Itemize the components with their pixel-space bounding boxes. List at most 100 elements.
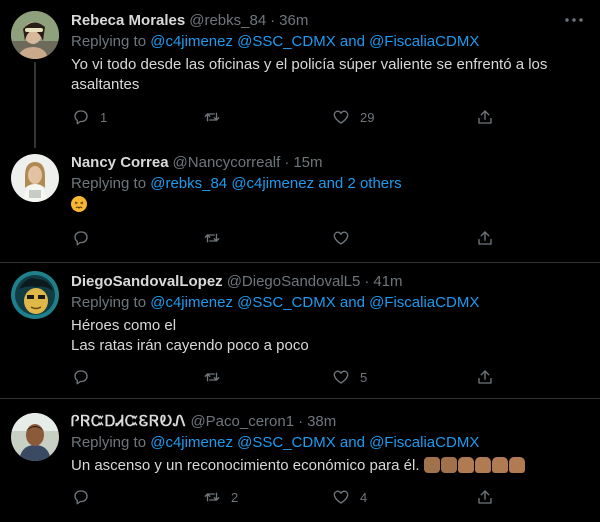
replying-to-links[interactable]: @c4jimenez @SSC_CDMX and @FiscaliaCDMX — [150, 434, 479, 451]
thumbs-up-emoji — [440, 457, 457, 473]
thread-connector — [34, 62, 36, 148]
heart-icon — [333, 231, 349, 245]
heart-icon — [333, 110, 349, 124]
tweet-text: Un ascenso y un reconocimiento económico… — [71, 456, 580, 476]
tweet-header: DiegoSandovalLopez @DiegoSandovalL5 · 41… — [71, 271, 403, 291]
tweet-header: Rebeca Morales @rebks_84 · 36m — [71, 10, 308, 30]
tweet-diego-sandoval[interactable]: DiegoSandovalLopez @DiegoSandovalL5 · 41… — [0, 263, 600, 399]
avatar[interactable] — [11, 413, 59, 461]
share-icon — [478, 490, 492, 504]
replying-to-links[interactable]: @rebks_84 @c4jimenez and 2 others — [150, 175, 401, 192]
replying-to: Replying to @c4jimenez @SSC_CDMX and @Fi… — [71, 33, 479, 50]
replying-to-label: Replying to — [71, 294, 147, 311]
more-options-icon[interactable] — [562, 10, 586, 30]
user-handle[interactable]: @Paco_ceron1 — [190, 413, 294, 430]
replies-feed: Rebeca Morales @rebks_84 · 36m Replying … — [0, 0, 600, 522]
retweet-icon — [204, 492, 220, 502]
timestamp[interactable]: 15m — [293, 154, 322, 171]
like-button[interactable] — [332, 227, 360, 249]
tweet-rebeca-morales[interactable]: Rebeca Morales @rebks_84 · 36m Replying … — [0, 0, 600, 148]
clapping-hands-emoji — [474, 457, 491, 473]
clapping-hands-emoji — [491, 457, 508, 473]
retweet-button[interactable] — [203, 106, 231, 128]
tweet-header: ᎵᏒᏨᎠᏗᏨᏋᏒᎧᏁ @Paco_ceron1 · 38m — [71, 411, 336, 431]
display-name[interactable]: Rebeca Morales — [71, 12, 185, 29]
clapping-hands-emoji — [508, 457, 525, 473]
heart-icon — [333, 370, 349, 384]
tweet-paco-ceron[interactable]: ᎵᏒᏨᎠᏗᏨᏋᏒᎧᏁ @Paco_ceron1 · 38m Replying t… — [0, 399, 600, 522]
tweet-text: Yo vi todo desde las oficinas y el polic… — [71, 55, 580, 95]
reply-button[interactable] — [72, 366, 100, 388]
user-handle[interactable]: @rebks_84 — [189, 12, 266, 29]
like-count: 29 — [360, 109, 375, 125]
tweet-actions: 2 4 — [64, 486, 504, 508]
tweet-text: Héroes como el Las ratas irán cayendo po… — [71, 316, 580, 356]
avatar[interactable] — [11, 11, 59, 59]
user-handle[interactable]: @Nancycorrealf — [173, 154, 281, 171]
reply-count: 1 — [100, 109, 108, 125]
display-name[interactable]: DiegoSandovalLopez — [71, 273, 223, 290]
share-button[interactable] — [476, 366, 494, 388]
reply-icon — [74, 110, 88, 125]
reply-icon — [74, 370, 88, 385]
avatar[interactable] — [11, 154, 59, 202]
replying-to: Replying to @rebks_84 @c4jimenez and 2 o… — [71, 175, 402, 192]
timestamp[interactable]: 38m — [307, 413, 336, 430]
retweet-icon — [204, 233, 220, 243]
tweet-actions: 1 29 — [64, 106, 504, 128]
like-button[interactable]: 5 — [332, 366, 367, 388]
replying-to-label: Replying to — [71, 175, 147, 192]
retweet-button[interactable]: 2 — [203, 486, 238, 508]
clapping-hands-emoji — [457, 457, 474, 473]
tweet-actions — [64, 227, 504, 249]
share-button[interactable] — [476, 106, 494, 128]
replying-to-label: Replying to — [71, 33, 147, 50]
tweet-text-line: asaltantes — [71, 76, 140, 93]
tweet-text — [71, 195, 580, 215]
replying-to-links[interactable]: @c4jimenez @SSC_CDMX and @FiscaliaCDMX — [150, 294, 479, 311]
share-button[interactable] — [476, 486, 494, 508]
timestamp[interactable]: 41m — [373, 273, 402, 290]
reply-icon — [74, 231, 88, 246]
retweet-icon — [204, 112, 220, 122]
reply-button[interactable] — [72, 227, 100, 249]
like-button[interactable]: 4 — [332, 486, 367, 508]
persevering-face-emoji — [71, 196, 87, 212]
display-name[interactable]: ᎵᏒᏨᎠᏗᏨᏋᏒᎧᏁ — [71, 413, 186, 430]
tweet-nancy-correa[interactable]: Nancy Correa @Nancycorrealf · 15m Replyi… — [0, 143, 600, 263]
replying-to: Replying to @c4jimenez @SSC_CDMX and @Fi… — [71, 434, 479, 451]
replying-to-links[interactable]: @c4jimenez @SSC_CDMX and @FiscaliaCDMX — [150, 33, 479, 50]
separator-dot: · — [284, 153, 290, 171]
like-count: 5 — [360, 369, 368, 385]
tweet-header: Nancy Correa @Nancycorrealf · 15m — [71, 152, 323, 172]
emoji-row — [423, 457, 526, 474]
reply-button[interactable]: 1 — [72, 106, 107, 128]
retweet-button[interactable] — [203, 227, 231, 249]
retweet-button[interactable] — [203, 366, 231, 388]
avatar[interactable] — [11, 271, 59, 319]
thumbs-up-emoji — [423, 457, 440, 473]
tweet-text-line: Yo vi todo desde las oficinas y el polic… — [71, 56, 548, 73]
retweet-icon — [204, 372, 220, 382]
heart-icon — [333, 490, 349, 504]
reply-icon — [74, 490, 88, 505]
retweet-count: 2 — [231, 489, 239, 505]
separator-dot: · — [364, 272, 370, 290]
timestamp[interactable]: 36m — [279, 12, 308, 29]
separator-dot: · — [270, 11, 276, 29]
replying-to-label: Replying to — [71, 434, 147, 451]
tweet-text-line: Un ascenso y un reconocimiento económico… — [71, 457, 420, 474]
share-icon — [478, 231, 492, 245]
reply-button[interactable] — [72, 486, 100, 508]
display-name[interactable]: Nancy Correa — [71, 154, 169, 171]
tweet-actions: 5 — [64, 366, 504, 388]
like-button[interactable]: 29 — [332, 106, 374, 128]
separator-dot: · — [298, 412, 304, 430]
replying-to: Replying to @c4jimenez @SSC_CDMX and @Fi… — [71, 294, 479, 311]
like-count: 4 — [360, 489, 368, 505]
share-button[interactable] — [476, 227, 494, 249]
share-icon — [478, 370, 492, 384]
tweet-text-line: Las ratas irán cayendo poco a poco — [71, 337, 309, 354]
tweet-text-line: Héroes como el — [71, 317, 177, 334]
user-handle[interactable]: @DiegoSandovalL5 — [227, 273, 361, 290]
